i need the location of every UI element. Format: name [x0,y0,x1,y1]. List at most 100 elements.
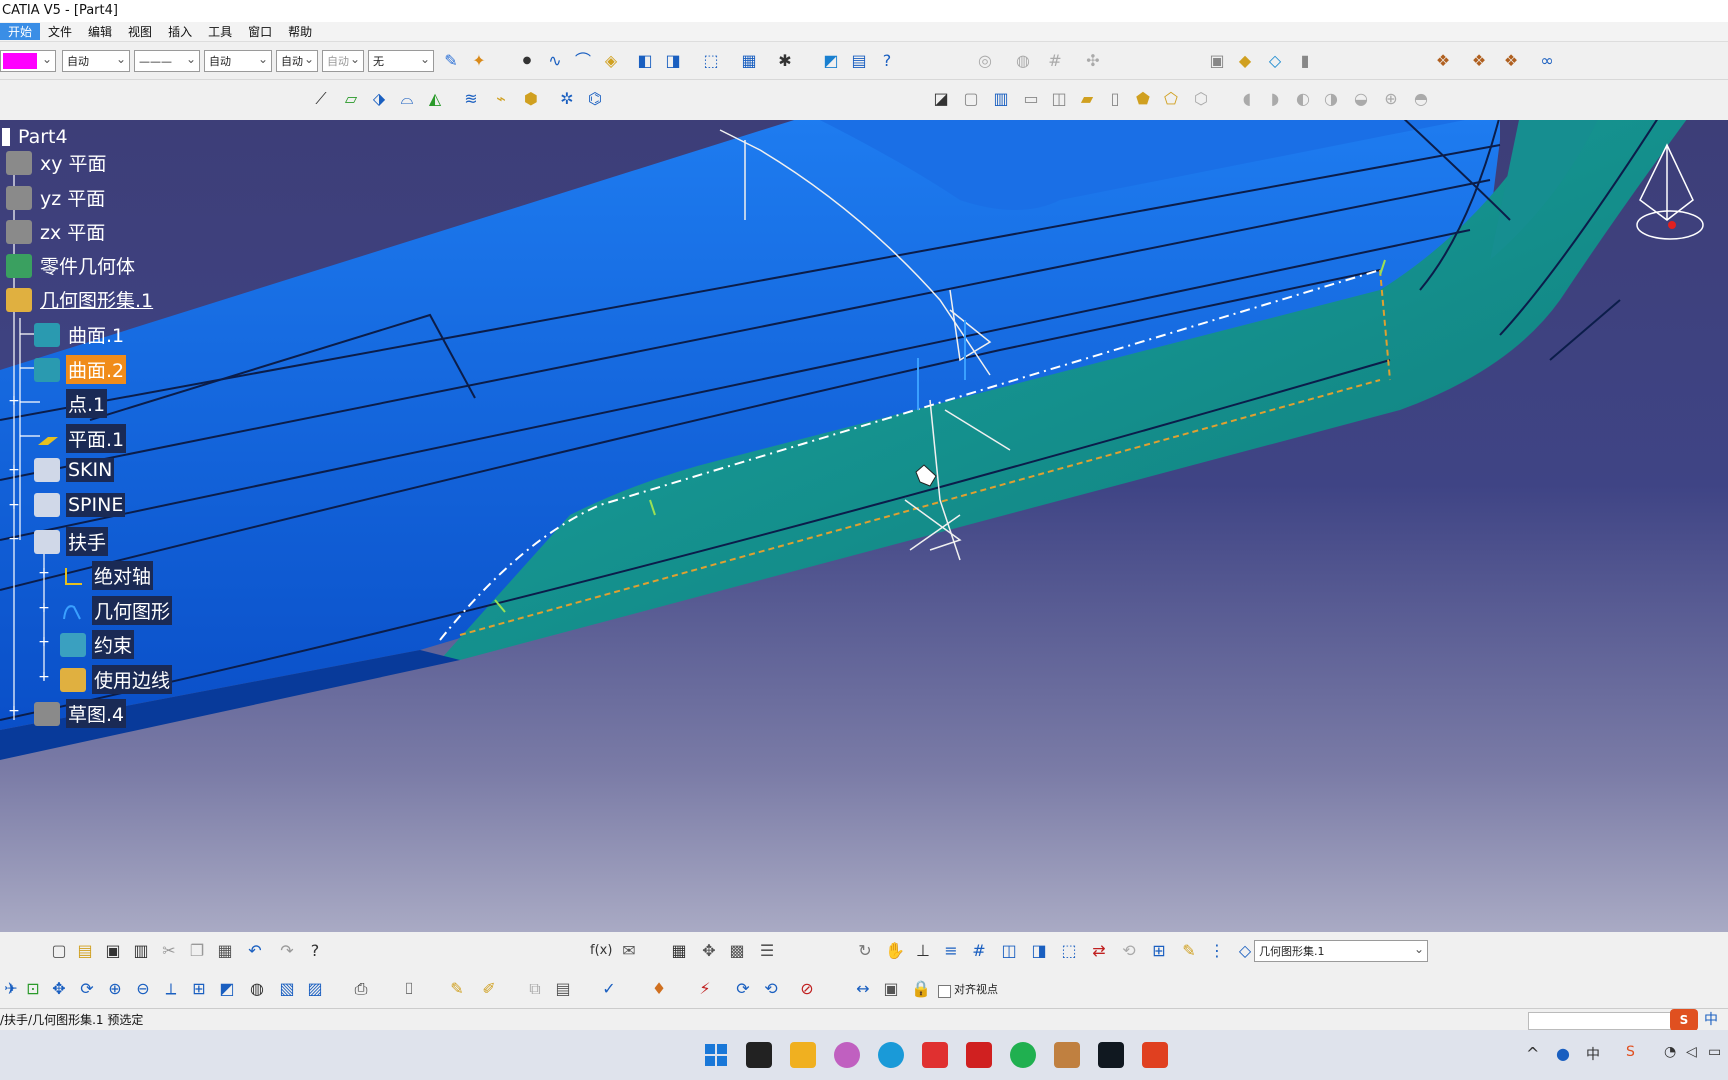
battery-icon[interactable]: ▭ [1708,1044,1721,1060]
axis-system-icon[interactable]: ⊥ [912,940,934,962]
tree-item-skin[interactable]: SKIN [34,458,115,482]
tree-item-surface-2[interactable]: 曲面.2 [34,355,127,384]
layers-icon[interactable]: ◆ [1234,50,1256,72]
dimension-icon[interactable]: ↔ [852,978,874,1000]
pad-icon[interactable]: ▥ [990,88,1012,110]
copy-icon[interactable]: ❐ [186,940,208,962]
circle-arc-icon[interactable]: ⌒ [572,50,594,72]
sketch-icon[interactable]: ◩ [820,50,842,72]
work-support-icon[interactable]: ◫ [998,940,1020,962]
volume-icon[interactable]: ◁ [1686,1044,1697,1060]
command-input[interactable] [1528,1012,1690,1030]
active-set-dropdown[interactable]: 几何图形集.1 [1254,938,1428,962]
shading-icon[interactable]: ◍ [246,978,268,1000]
sketcher-icon[interactable]: ◪ [930,88,952,110]
thickness-icon[interactable]: ◒ [1350,88,1372,110]
symmetry-icon[interactable]: ✲ [556,88,578,110]
painter-icon[interactable]: ✎ [440,50,462,72]
cut-icon[interactable]: ✂ [158,940,180,962]
expand-icon[interactable]: + [38,635,50,649]
draft-icon[interactable]: ◐ [1292,88,1314,110]
wps-icon[interactable] [922,1042,948,1068]
edge-icon[interactable] [878,1042,904,1068]
undo-icon[interactable]: ↶ [244,940,266,962]
tree-item-geometrical-set[interactable]: 几何图形集.1 [6,285,155,314]
geometrical-set-icon[interactable]: ◇ [1234,940,1256,962]
wechat-icon[interactable] [1010,1042,1036,1068]
reaction-icon[interactable]: ❖ [1500,50,1522,72]
print-icon[interactable]: ▥ [130,940,152,962]
tree-item-sketch-4[interactable]: 草图.4 [34,699,127,728]
edit-sketch-icon[interactable]: ✐ [478,978,500,1000]
point-icon[interactable]: ● [516,50,538,72]
catalog-icon[interactable]: ❖ [1432,50,1454,72]
sketch-icon[interactable]: ✎ [446,978,468,1000]
plane-icon[interactable]: ▱ [340,88,362,110]
formula-icon[interactable]: f(x) [590,940,612,962]
shaft-icon[interactable]: ◫ [1048,88,1070,110]
slot-icon[interactable]: ▯ [1104,88,1126,110]
line-icon[interactable]: ⟋ [310,88,332,110]
tree-item-zx-plane[interactable]: zx 平面 [6,217,107,246]
tree-item-armrest[interactable]: 扶手 [34,527,109,556]
sketch-position-icon[interactable]: ▤ [848,50,870,72]
tree-item-constraints[interactable]: 约束 [60,630,135,659]
open-icon[interactable]: ▤ [74,940,96,962]
eraser-icon[interactable]: ◇ [1264,50,1286,72]
tree-item-yz-plane[interactable]: yz 平面 [6,183,107,212]
tree-item-xy-plane[interactable]: xy 平面 [6,148,109,177]
tree-root[interactable]: Part4 [2,125,70,149]
extrude-icon[interactable]: ⬗ [368,88,390,110]
menu-file[interactable]: 文件 [40,23,80,40]
join-icon[interactable]: ◨ [662,50,684,72]
tree-item-spine[interactable]: SPINE [34,493,126,517]
ime-tray-icon[interactable]: 中 [1586,1044,1600,1064]
box-icon[interactable]: ▣ [1206,50,1228,72]
align-view-checkbox[interactable] [938,985,951,998]
instant-analysis-icon[interactable]: ⚡ [694,978,716,1000]
ime-indicator[interactable]: 中 [1704,1009,1718,1031]
paste-special-icon[interactable]: ▤ [552,978,574,1000]
tree-item-used-edges[interactable]: 使用边线 [60,665,173,694]
surface-icon[interactable]: ◈ [600,50,622,72]
recorder-icon[interactable] [1142,1042,1168,1068]
wifi-icon[interactable]: ◔ [1664,1044,1676,1060]
thread-icon[interactable]: ◓ [1410,88,1432,110]
new-icon[interactable]: ▢ [48,940,70,962]
mic-icon[interactable]: ● [1556,1044,1570,1063]
frame-icon[interactable]: ▢ [960,88,982,110]
point-type-dropdown[interactable]: 自动 [276,48,318,72]
start-icon[interactable] [703,1042,729,1068]
transparency-dropdown[interactable]: 自动 [62,48,130,72]
zoom-in-icon[interactable]: ⊕ [104,978,126,1000]
menu-help[interactable]: 帮助 [280,23,320,40]
update-all-icon[interactable]: ⟲ [760,978,782,1000]
tree-item-plane-1[interactable]: 平面.1 [34,424,127,453]
save-icon[interactable]: ▣ [102,940,124,962]
define-work-object-icon[interactable]: ✎ [1178,940,1200,962]
capture-icon[interactable]: ⌷ [398,978,420,1000]
swap-space-icon[interactable]: ▨ [304,978,326,1000]
acrobat-icon[interactable] [966,1042,992,1068]
fillet-icon[interactable]: ◖ [1236,88,1258,110]
menu-insert[interactable]: 插入 [160,23,200,40]
error-icon[interactable]: ⊘ [796,978,818,1000]
fit-all-icon[interactable]: ⊡ [22,978,44,1000]
knowledge-icon[interactable]: ❖ [1468,50,1490,72]
mesh-icon-disabled[interactable]: ◎ [974,50,996,72]
chamfer-icon[interactable]: ◗ [1264,88,1286,110]
boundary-icon[interactable]: ⌬ [584,88,606,110]
pocket-icon[interactable]: ▭ [1020,88,1042,110]
check-icon[interactable]: ✓ [598,978,620,1000]
terminal-icon[interactable] [1098,1042,1124,1068]
refresh-icon[interactable]: ↻ [854,940,876,962]
offset-icon[interactable]: ⬢ [520,88,542,110]
menu-tools[interactable]: 工具 [200,23,240,40]
hide-show-icon[interactable]: ▧ [276,978,298,1000]
clipboard-icon[interactable]: ▣ [880,978,902,1000]
comment-icon[interactable]: ✉ [618,940,640,962]
zoom-out-icon[interactable]: ⊖ [132,978,154,1000]
menu-view[interactable]: 视图 [120,23,160,40]
pan-icon[interactable]: ✥ [48,978,70,1000]
catia-icon[interactable] [1054,1042,1080,1068]
